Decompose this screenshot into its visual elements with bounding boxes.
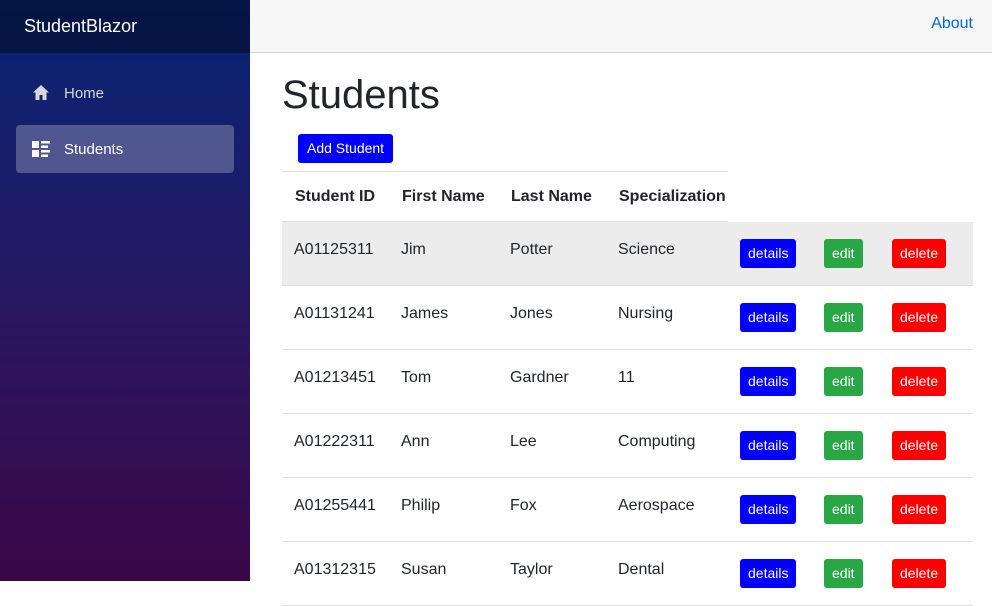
column-header-delete (880, 172, 973, 222)
edit-button[interactable]: edit (824, 303, 863, 332)
details-button[interactable]: details (740, 431, 797, 460)
student-id-cell: A01312315 (282, 541, 389, 606)
first-name-cell: Susan (389, 541, 498, 606)
delete-button[interactable]: delete (892, 367, 947, 396)
specialization-cell: Nursing (606, 285, 728, 350)
first-name-cell: Tom (389, 349, 498, 414)
details-button[interactable]: details (740, 559, 797, 588)
delete-button[interactable]: delete (892, 495, 947, 524)
edit-cell: edit (812, 349, 880, 414)
home-icon (31, 83, 51, 103)
sidebar-item-students[interactable]: Students (16, 125, 234, 173)
details-cell: details (728, 349, 812, 414)
table-row: A01255441 Philip Fox Aerospace details e… (282, 477, 973, 542)
delete-button[interactable]: delete (892, 559, 947, 588)
delete-cell: delete (880, 221, 973, 286)
details-cell: details (728, 541, 812, 606)
details-cell: details (728, 413, 812, 478)
about-link[interactable]: About (931, 15, 973, 33)
delete-button[interactable]: delete (892, 238, 947, 268)
specialization-cell: Aerospace (606, 477, 728, 542)
edit-cell: edit (812, 477, 880, 542)
first-name-cell: Philip (389, 477, 498, 542)
details-cell: details (728, 477, 812, 542)
delete-cell: delete (880, 413, 973, 478)
delete-button[interactable]: delete (892, 431, 947, 460)
edit-button[interactable]: edit (824, 559, 863, 588)
details-button[interactable]: details (740, 238, 797, 268)
students-table: Student ID First Name Last Name Speciali… (282, 171, 973, 606)
student-id-cell: A01255441 (282, 477, 389, 542)
edit-cell: edit (812, 285, 880, 350)
specialization-cell: Computing (606, 413, 728, 478)
last-name-cell: Potter (498, 221, 606, 286)
sidebar: StudentBlazor Home Students (0, 0, 250, 581)
last-name-cell: Lee (498, 413, 606, 478)
delete-button[interactable]: delete (892, 303, 947, 332)
student-id-cell: A01213451 (282, 349, 389, 414)
first-name-cell: James (389, 285, 498, 350)
page-title: Students (282, 73, 440, 117)
specialization-cell: Science (606, 221, 728, 286)
column-header-specialization: Specialization (606, 171, 728, 222)
column-header-edit (812, 172, 880, 222)
last-name-cell: Taylor (498, 541, 606, 606)
edit-button[interactable]: edit (824, 431, 863, 460)
delete-cell: delete (880, 477, 973, 542)
delete-cell: delete (880, 541, 973, 606)
table-row: A01131241 James Jones Nursing details ed… (282, 285, 973, 350)
edit-cell: edit (812, 413, 880, 478)
delete-cell: delete (880, 285, 973, 350)
table-row: A01312315 Susan Taylor Dental details ed… (282, 541, 973, 606)
edit-button[interactable]: edit (824, 238, 863, 268)
details-cell: details (728, 221, 812, 286)
student-id-cell: A01222311 (282, 413, 389, 478)
main-content: Students Add Student Student ID First Na… (282, 53, 982, 606)
sidebar-item-label: Students (64, 140, 124, 158)
sidebar-item-home[interactable]: Home (16, 69, 234, 117)
table-row: A01222311 Ann Lee Computing details edit… (282, 413, 973, 478)
delete-cell: delete (880, 349, 973, 414)
specialization-cell: 11 (606, 349, 728, 414)
list-icon (31, 139, 51, 159)
details-button[interactable]: details (740, 303, 797, 332)
table-row: A01213451 Tom Gardner 11 details edit de… (282, 349, 973, 414)
add-student-button[interactable]: Add Student (298, 134, 394, 163)
first-name-cell: Ann (389, 413, 498, 478)
last-name-cell: Fox (498, 477, 606, 542)
edit-button[interactable]: edit (824, 495, 863, 524)
column-header-student-id: Student ID (282, 171, 389, 222)
details-button[interactable]: details (740, 367, 797, 396)
first-name-cell: Jim (389, 221, 498, 286)
table-row: A01125311 Jim Potter Science details edi… (282, 221, 973, 286)
edit-cell: edit (812, 221, 880, 286)
column-header-details (728, 172, 812, 222)
details-button[interactable]: details (740, 495, 797, 524)
details-cell: details (728, 285, 812, 350)
last-name-cell: Jones (498, 285, 606, 350)
last-name-cell: Gardner (498, 349, 606, 414)
table-header-row: Student ID First Name Last Name Speciali… (282, 171, 973, 222)
sidebar-nav: Home Students (0, 53, 250, 173)
top-row: About (250, 0, 992, 53)
brand-bar: StudentBlazor (0, 0, 250, 53)
sidebar-item-label: Home (64, 84, 105, 102)
student-id-cell: A01131241 (282, 285, 389, 350)
column-header-last-name: Last Name (498, 171, 606, 222)
edit-button[interactable]: edit (824, 367, 863, 396)
brand-link[interactable]: StudentBlazor (24, 16, 137, 37)
column-header-first-name: First Name (389, 171, 498, 222)
student-id-cell: A01125311 (282, 221, 389, 286)
specialization-cell: Dental (606, 541, 728, 606)
edit-cell: edit (812, 541, 880, 606)
